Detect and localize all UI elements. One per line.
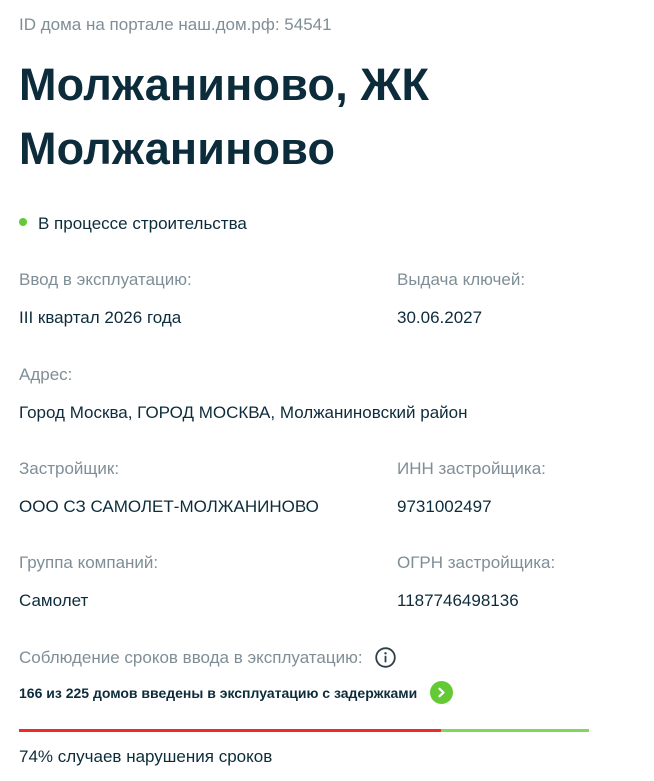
keys-label: Выдача ключей: bbox=[397, 270, 526, 289]
ogrn-value: 1187746498136 bbox=[397, 591, 519, 610]
inn-label: ИНН застройщика: bbox=[397, 459, 546, 478]
developer-value: ООО СЗ САМОЛЕТ-МОЛЖАНИНОВО bbox=[19, 497, 319, 516]
compliance-header: Соблюдение сроков ввода в эксплуатацию: bbox=[19, 647, 396, 668]
delayed-houses-link[interactable]: 166 из 225 домов введены в эксплуатацию … bbox=[19, 681, 454, 704]
commissioning-value: III квартал 2026 года bbox=[19, 308, 182, 327]
inn-value: 9731002497 bbox=[397, 497, 492, 516]
commissioning-label: Ввод в эксплуатацию: bbox=[19, 270, 192, 289]
portal-id: ID дома на портале наш.дом.рф: 54541 bbox=[19, 15, 332, 34]
delay-progress-bar bbox=[19, 729, 589, 732]
developer-label: Застройщик: bbox=[19, 459, 120, 478]
ogrn-label: ОГРН застройщика: bbox=[397, 553, 556, 572]
address-field: Адрес: Город Москва, ГОРОД МОСКВА, Молжа… bbox=[19, 365, 467, 423]
delay-progress-fill bbox=[19, 729, 441, 732]
group-value: Самолет bbox=[19, 591, 89, 610]
address-value: Город Москва, ГОРОД МОСКВА, Молжаниновск… bbox=[19, 403, 468, 422]
chevron-right-icon[interactable] bbox=[430, 681, 454, 704]
status-text: В процессе строительства bbox=[38, 214, 247, 233]
ogrn-field: ОГРН застройщика: 1187746498136 bbox=[397, 553, 555, 611]
compliance-label: Соблюдение сроков ввода в эксплуатацию: bbox=[19, 647, 363, 667]
violation-percentage: 74% случаев нарушения сроков bbox=[19, 747, 273, 766]
inn-field: ИНН застройщика: 9731002497 bbox=[397, 459, 546, 517]
group-label: Группа компаний: bbox=[19, 553, 159, 572]
status-dot-icon bbox=[19, 218, 27, 226]
group-field: Группа компаний: Самолет bbox=[19, 553, 158, 611]
developer-field: Застройщик: ООО СЗ САМОЛЕТ-МОЛЖАНИНОВО bbox=[19, 459, 319, 517]
construction-status: В процессе строительства bbox=[19, 214, 247, 234]
keys-field: Выдача ключей: 30.06.2027 bbox=[397, 270, 525, 328]
keys-value: 30.06.2027 bbox=[397, 308, 483, 327]
info-icon[interactable] bbox=[374, 647, 396, 668]
page-title: Молжаниново, ЖК Молжаниново bbox=[19, 59, 430, 174]
address-label: Адрес: bbox=[19, 365, 73, 384]
commissioning-field: Ввод в эксплуатацию: III квартал 2026 го… bbox=[19, 270, 192, 328]
delayed-houses-text: 166 из 225 домов введены в эксплуатацию … bbox=[19, 684, 418, 701]
